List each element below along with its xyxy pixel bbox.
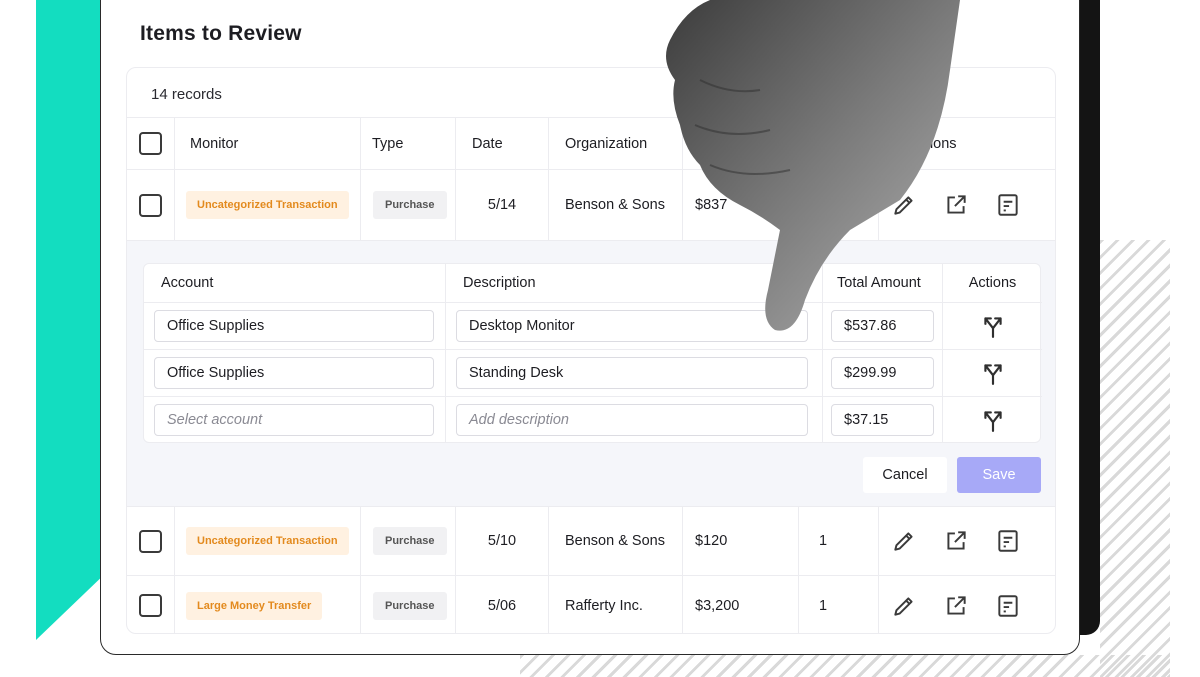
split-line: Office Supplies Standing Desk $299.99	[144, 349, 1042, 396]
row-amount: $120	[683, 507, 799, 575]
monitor-tag: Uncategorized Transaction	[186, 527, 349, 555]
type-tag: Purchase	[373, 591, 447, 620]
review-table: 14 records Monitor Type Date Organizatio…	[126, 67, 1056, 634]
description-field[interactable]: Desktop Monitor	[456, 310, 808, 342]
split-header: Account Description Total Amount Actions	[144, 264, 1042, 302]
type-tag: Purchase	[373, 527, 447, 555]
monitor-tag: Uncategorized Transaction	[186, 191, 349, 219]
account-select[interactable]: Select account	[154, 404, 434, 436]
pencil-icon[interactable]	[891, 528, 917, 554]
row-count	[799, 170, 879, 240]
split-line: Office Supplies Desktop Monitor $537.86	[144, 302, 1042, 349]
row-amount: $3,200	[683, 576, 799, 633]
header-actions: Actions	[909, 135, 957, 152]
note-icon[interactable]	[995, 593, 1021, 619]
hatch-pattern-bottom	[520, 655, 1170, 677]
header-amount[interactable]: Amount	[683, 118, 799, 169]
header-date[interactable]: Date	[456, 118, 549, 169]
external-link-icon[interactable]	[943, 192, 969, 218]
header-organization[interactable]: Organization	[549, 118, 683, 169]
split-header-total: Total Amount	[823, 264, 943, 302]
header-type[interactable]: Type	[361, 118, 456, 169]
account-field[interactable]: Office Supplies	[154, 310, 434, 342]
note-icon[interactable]	[995, 528, 1021, 554]
row-organization: Rafferty Inc.	[549, 576, 683, 633]
select-all-checkbox[interactable]	[139, 132, 162, 155]
total-amount-field[interactable]: $37.15	[831, 404, 934, 436]
description-field[interactable]: Standing Desk	[456, 357, 808, 389]
row-date: 5/14	[456, 170, 549, 240]
split-transaction-panel: Account Description Total Amount Actions…	[127, 240, 1055, 506]
split-arrow-icon[interactable]	[980, 407, 1006, 433]
monitor-tag: Large Money Transfer	[186, 591, 323, 620]
row-count: 1	[799, 507, 879, 575]
row-checkbox[interactable]	[139, 594, 162, 617]
split-header-account: Account	[144, 264, 446, 302]
hatch-pattern-right	[1100, 240, 1170, 677]
split-arrow-icon[interactable]	[980, 313, 1006, 339]
row-date: 5/10	[456, 507, 549, 575]
total-amount-field[interactable]: $299.99	[831, 357, 934, 389]
records-count: 14 records	[151, 86, 222, 103]
split-header-description: Description	[446, 264, 823, 302]
table-header: Monitor Type Date Organization Amount Co…	[127, 117, 1055, 169]
header-count[interactable]: Count	[799, 118, 879, 169]
external-link-icon[interactable]	[943, 528, 969, 554]
table-row[interactable]: Uncategorized Transaction Purchase 5/14 …	[127, 169, 1055, 240]
pencil-icon[interactable]	[891, 593, 917, 619]
row-organization: Benson & Sons	[549, 170, 683, 240]
page-title: Items to Review	[140, 22, 302, 45]
cancel-button[interactable]: Cancel	[863, 457, 947, 493]
row-count: 1	[799, 576, 879, 633]
split-header-actions: Actions	[968, 275, 1017, 291]
row-amount: $837	[683, 170, 799, 240]
description-field[interactable]: Add description	[456, 404, 808, 436]
split-table: Account Description Total Amount Actions…	[143, 263, 1042, 443]
external-link-icon[interactable]	[943, 593, 969, 619]
pencil-icon[interactable]	[891, 192, 917, 218]
row-date: 5/06	[456, 576, 549, 633]
save-button[interactable]: Save	[957, 457, 1041, 493]
row-checkbox[interactable]	[139, 193, 162, 217]
table-row[interactable]: Large Money Transfer Purchase 5/06 Raffe…	[127, 575, 1055, 633]
split-line: Select account Add description $37.15	[144, 396, 1042, 443]
row-checkbox[interactable]	[139, 529, 162, 553]
total-amount-field[interactable]: $537.86	[831, 310, 934, 342]
account-field[interactable]: Office Supplies	[154, 357, 434, 389]
split-arrow-icon[interactable]	[980, 360, 1006, 386]
header-monitor[interactable]: Monitor	[175, 118, 361, 169]
type-tag: Purchase	[373, 191, 447, 219]
row-organization: Benson & Sons	[549, 507, 683, 575]
table-row[interactable]: Uncategorized Transaction Purchase 5/10 …	[127, 506, 1055, 575]
note-icon[interactable]	[995, 192, 1021, 218]
